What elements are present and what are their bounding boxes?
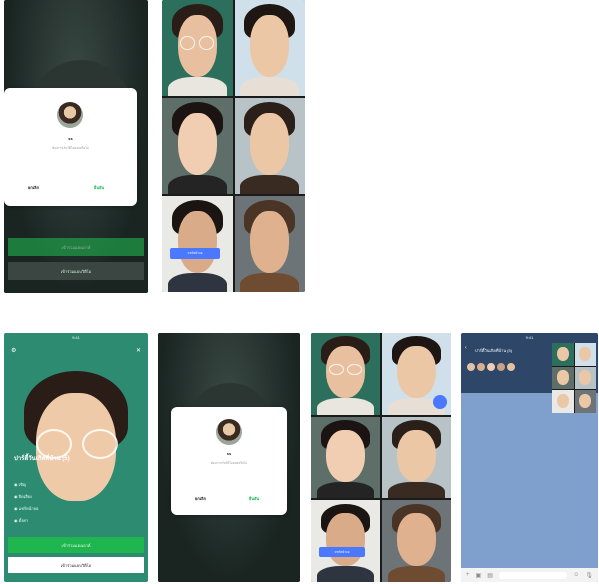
image-icon[interactable]: ▤ — [487, 572, 493, 579]
status-bar: 9:41 — [4, 333, 148, 342]
menu-item[interactable]: ◉ ตั้งค่า — [14, 515, 38, 527]
video-grid — [311, 333, 451, 582]
avatar — [507, 363, 515, 371]
status-bar: 9:41 — [461, 333, 598, 342]
avatar — [57, 102, 83, 128]
group-title: ปาร์ตี้วันเกิดที่บ้าน (5) — [14, 456, 70, 462]
mini-tile — [574, 366, 596, 390]
mic-icon[interactable]: 🎙 — [585, 572, 598, 579]
dialog-message: ต้องการเริ่มวิดีโอคอลหรือไม่ — [52, 146, 89, 150]
emoji-icon[interactable]: ☺ — [573, 572, 579, 578]
glasses-filter — [180, 36, 215, 50]
back-icon[interactable]: ‹ — [465, 345, 467, 351]
share-screen-pill[interactable]: แชร์หน้าจอ — [319, 547, 365, 557]
share-screen-pill[interactable]: แชร์หน้าจอ — [170, 248, 220, 259]
confirm-button[interactable]: ยืนยัน — [249, 495, 259, 502]
video-tile[interactable] — [382, 333, 451, 415]
phone-screen-call-confirm-2: ss ต้องการเริ่มวิดีโอคอลหรือไม่ ยกเลิก ย… — [158, 333, 300, 582]
status-time: 9:41 — [72, 335, 80, 340]
phone-screen-group-call: 9:41 ⚙ ✕ ปาร์ตี้วันเกิดที่บ้าน (5) ◉ เชิ… — [4, 333, 148, 582]
status-time: 9:41 — [525, 335, 534, 340]
video-tile[interactable] — [234, 98, 305, 194]
camera-toggle-icon[interactable] — [433, 394, 447, 409]
video-tile[interactable] — [234, 0, 305, 96]
menu-item[interactable]: ◉ ปิดเสียง — [14, 491, 38, 503]
video-tile[interactable] — [234, 196, 305, 292]
video-tile[interactable] — [311, 500, 380, 582]
avatar — [487, 363, 495, 371]
mini-tile — [552, 390, 574, 413]
dialog-name: ss — [68, 136, 73, 141]
member-avatars — [467, 363, 515, 371]
menu-list: ◉ เชิญ ◉ ปิดเสียง ◉ แชร์หน้าจอ ◉ ตั้งค่า — [14, 479, 38, 527]
cancel-button[interactable]: ยกเลิก — [195, 495, 206, 502]
video-tile[interactable] — [382, 500, 451, 582]
close-icon[interactable]: ✕ — [136, 347, 141, 354]
avatar — [467, 363, 475, 371]
join-hangout-button[interactable]: เข้าร่วมแฮงเอาต์ — [8, 238, 144, 256]
confirm-dialog: ss ต้องการเริ่มวิดีโอคอลหรือไม่ ยกเลิก ย… — [171, 407, 287, 515]
mini-tile — [574, 390, 596, 413]
video-tile[interactable] — [162, 0, 233, 96]
mini-tile — [552, 343, 574, 366]
phone-screen-chat: 9:41 ‹ ปาร์ตี้วันเกิดที่บ้าน (5) + ▣ ▤ ☺… — [461, 333, 598, 582]
cancel-button[interactable]: ยกเลิก — [28, 184, 39, 191]
avatar — [216, 419, 242, 445]
dialog-message: ต้องการเริ่มวิดีโอคอลหรือไม่ — [210, 461, 248, 465]
chat-input-bar: + ▣ ▤ ☺ 🎙 — [461, 568, 598, 582]
mini-video-grid[interactable] — [552, 343, 596, 413]
video-tile[interactable] — [311, 333, 380, 415]
join-video-button[interactable]: เข้าร่วมแบบวิดีโอ — [8, 557, 144, 573]
settings-icon[interactable]: ⚙ — [11, 347, 16, 354]
video-tile[interactable] — [162, 98, 233, 194]
menu-item[interactable]: ◉ แชร์หน้าจอ — [14, 503, 38, 515]
phone-screen-call-confirm: ss ต้องการเริ่มวิดีโอคอลหรือไม่ ยกเลิก ย… — [4, 0, 148, 293]
avatar — [477, 363, 485, 371]
video-tile[interactable] — [311, 416, 380, 499]
avatar — [497, 363, 505, 371]
chat-title: ปาร์ตี้วันเกิดที่บ้าน (5) — [475, 348, 513, 353]
video-tile[interactable] — [382, 416, 451, 499]
dialog-name: ss — [226, 451, 232, 456]
mini-tile — [552, 366, 574, 390]
plus-icon[interactable]: + — [466, 572, 470, 578]
glasses-filter — [328, 364, 363, 376]
join-hangout-button[interactable]: เข้าร่วมแฮงเอาต์ — [8, 537, 144, 553]
phone-screen-video-grid-2: แชร์หน้าจอ — [311, 333, 451, 582]
message-input[interactable] — [498, 571, 568, 579]
confirm-button[interactable]: ยืนยัน — [94, 184, 104, 191]
mini-tile — [574, 343, 596, 366]
menu-item[interactable]: ◉ เชิญ — [14, 479, 38, 491]
join-video-button[interactable]: เข้าร่วมแบบวิดีโอ — [8, 262, 144, 280]
phone-screen-video-grid: แชร์หน้าจอ — [162, 0, 305, 292]
video-tile[interactable] — [162, 196, 233, 292]
camera-icon[interactable]: ▣ — [476, 572, 482, 579]
confirm-dialog: ss ต้องการเริ่มวิดีโอคอลหรือไม่ ยกเลิก ย… — [4, 88, 137, 206]
